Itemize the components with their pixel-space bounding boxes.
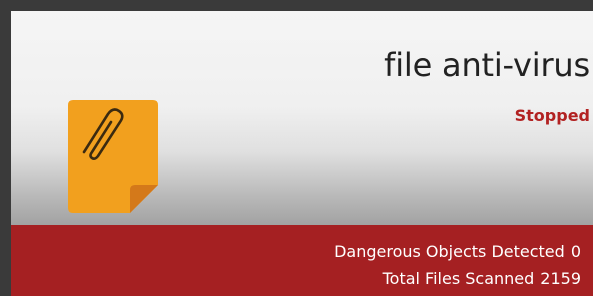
- tile-header: file anti-virus Stopped: [11, 11, 593, 225]
- total-files-value: 2159: [540, 269, 581, 288]
- dangerous-objects-row: Dangerous Objects Detected 0: [334, 242, 581, 261]
- total-files-label: Total Files Scanned: [382, 269, 535, 288]
- file-antivirus-tile[interactable]: file anti-virus Stopped Dangerous Object…: [11, 11, 593, 296]
- paperclip-document-icon: [68, 100, 158, 213]
- dangerous-objects-value: 0: [570, 242, 581, 261]
- stats-panel: Dangerous Objects Detected 0 Total Files …: [11, 225, 593, 296]
- module-title: file anti-virus: [384, 46, 590, 84]
- total-files-row: Total Files Scanned 2159: [383, 269, 581, 288]
- dangerous-objects-label: Dangerous Objects Detected: [334, 242, 565, 261]
- module-status: Stopped: [514, 106, 590, 125]
